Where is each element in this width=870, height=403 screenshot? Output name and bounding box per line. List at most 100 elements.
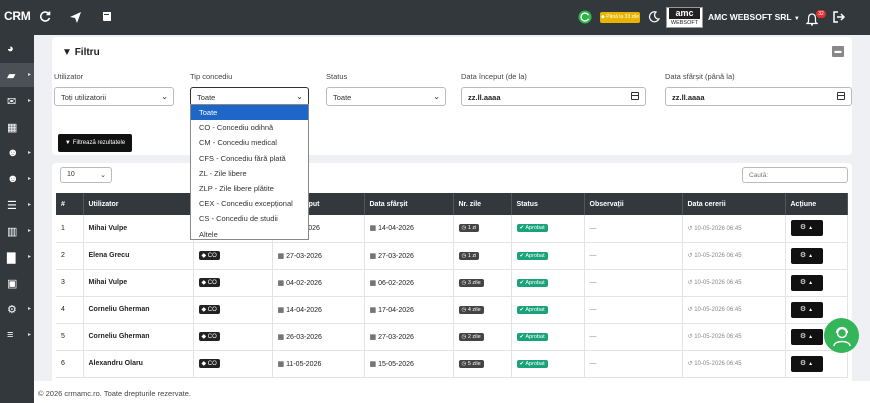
sidebar-chart[interactable]: ▇ ▸	[0, 245, 34, 269]
check-circle-icon[interactable]	[578, 10, 592, 24]
col-header[interactable]: #	[56, 193, 84, 215]
sidebar-briefcase[interactable]: ▰ ▸	[0, 63, 34, 87]
cell-type: ◆ CO	[193, 269, 273, 297]
briefcase-icon: ▰	[7, 69, 16, 82]
subscription-badge[interactable]: ◆ Până la 33 zile	[600, 12, 640, 23]
brand-label[interactable]: CRM	[4, 9, 31, 23]
dropdown-option[interactable]: ZL - Zile libere	[191, 166, 308, 181]
refresh-icon[interactable]	[38, 10, 52, 24]
table-row[interactable]: 1Mihai Vulpe▦ ...-03-2026▦ 14-04-2026◷ 1…	[56, 215, 848, 243]
page-length-select[interactable]: 10 ⌄	[60, 167, 112, 183]
status-label: Status	[326, 72, 348, 81]
calendar-icon[interactable]	[631, 92, 639, 100]
col-header[interactable]: Utilizator	[83, 193, 194, 215]
request-date-text: 10-05-2026 06:45	[694, 280, 742, 286]
cell-end: ▦ 27-03-2026	[364, 323, 454, 351]
start-date-input[interactable]: zz.ll.aaaa	[461, 87, 646, 106]
sidebar: ◕ ▰ ▸ ✉ ▸ ▦ ☻ ▸ ☻ ▸ ☰ ▸ ▥ ▸ ▇ ▸ ▣ ⚙ ▸ ≡ ▸	[0, 35, 34, 403]
cogs-icon: ⚙	[7, 303, 17, 316]
envelope-icon: ✉	[7, 95, 17, 108]
col-header[interactable]: Nr. zile	[453, 193, 512, 215]
search-input[interactable]: Caută:	[742, 167, 848, 183]
table-row[interactable]: 3 Mihai Vulpe ◆ CO ▦ 04-02-2026 ▦ 06-02-2026…	[56, 269, 848, 297]
cell-request-date: ↺ 10-05-2026 06:45	[682, 323, 786, 351]
support-agent-button[interactable]	[824, 318, 859, 353]
col-header[interactable]: Status	[511, 193, 585, 215]
book-icon[interactable]	[100, 10, 114, 24]
col-header[interactable]: Data sfârșit	[364, 193, 454, 215]
table-row[interactable]: 5 Corneliu Gherman ◆ CO ▦ 26-03-2026 ▦ 27-03…	[56, 323, 848, 351]
history-icon: ↺	[687, 280, 693, 286]
start-text: 26-03-2026	[286, 333, 322, 341]
filter-icon: ▼	[64, 140, 71, 146]
collapse-button[interactable]: ▬	[832, 46, 844, 57]
status-select[interactable]: Toate ⌄	[326, 87, 446, 106]
calendar-icon: ▦	[277, 333, 285, 341]
status-text: Aprobat	[525, 360, 545, 367]
action-button[interactable]: ⚙ ▲	[790, 247, 823, 264]
request-date-text: 10-05-2026 06:45	[694, 225, 742, 232]
action-button[interactable]: ⚙ ▲	[790, 301, 823, 318]
sidebar-archive[interactable]: ▣	[0, 271, 34, 295]
cell-number: 5	[56, 323, 84, 351]
apply-filter-button[interactable]: ▼ Filtrează rezultatele	[58, 134, 132, 152]
paper-plane-icon[interactable]	[68, 10, 82, 24]
sidebar-add-user[interactable]: ☻ ▸	[0, 141, 34, 165]
dropdown-option[interactable]: Toate	[191, 105, 308, 121]
days-badge: ◷ 1 zi	[458, 251, 480, 260]
table-row[interactable]: 6 Alexandru Olaru ◆ CO ▦ 11-05-2026 ▦ 15-05-…	[56, 350, 848, 378]
user-filter-select[interactable]: Toți utilizatorii ⌄	[54, 87, 174, 106]
sidebar-settings[interactable]: ⚙ ▸	[0, 297, 34, 321]
dropdown-option[interactable]: CFS - Concediu fără plată	[191, 151, 308, 166]
table-row[interactable]: 4 Corneliu Gherman ◆ CO ▦ 14-04-2026 ▦ 17-04…	[56, 296, 848, 324]
action-button[interactable]: ⚙ ▲	[790, 220, 823, 237]
sidebar-server[interactable]: ≡ ▸	[0, 323, 34, 347]
sidebar-list[interactable]: ☰ ▸	[0, 193, 34, 217]
cell-days: ◷ 3 zile	[453, 269, 512, 297]
sidebar-users[interactable]: ☻ ▸	[0, 167, 34, 191]
company-menu[interactable]: AMC WEBSOFT SRL ▼	[708, 12, 800, 22]
dropdown-option[interactable]: Altele	[191, 227, 308, 242]
sidebar-calendar[interactable]: ▦	[0, 115, 34, 139]
start-text: 27-03-2026	[286, 252, 322, 260]
dropdown-option[interactable]: CM - Concediu medical	[191, 135, 308, 150]
cell-user: Alexandru Olaru	[83, 350, 194, 378]
cell-observations: —	[584, 242, 683, 270]
cell-end: ▦ 17-04-2026	[364, 296, 454, 324]
end-text: 27-03-2026	[378, 333, 414, 341]
sidebar-building[interactable]: ▥ ▸	[0, 219, 34, 243]
action-button[interactable]: ⚙ ▲	[790, 274, 823, 291]
history-icon: ↺	[687, 253, 693, 259]
action-button[interactable]: ⚙ ▲	[790, 328, 823, 345]
col-header[interactable]: Data cererii	[682, 193, 786, 215]
cell-status: ✔ Aprobat	[511, 350, 585, 378]
end-date-input[interactable]: zz.ll.aaaa	[665, 87, 852, 106]
calendar-icon[interactable]	[837, 92, 845, 100]
action-button[interactable]: ⚙ ▲	[790, 355, 823, 372]
table-row[interactable]: 2 Elena Grecu ◆ CO ▦ 27-03-2026 ▦ 27-03-2026…	[56, 242, 848, 270]
sidebar-dashboard[interactable]: ◕	[0, 37, 34, 61]
table-header-row: # Utilizator Data început Data sfârșit N…	[56, 193, 848, 215]
calendar-icon: ▦	[277, 306, 285, 314]
cell-request-date: ↺ 10-05-2026 06:45	[682, 350, 786, 378]
logout-icon[interactable]	[832, 10, 846, 24]
table-body: 1Mihai Vulpe▦ ...-03-2026▦ 14-04-2026◷ 1…	[56, 215, 848, 378]
col-header[interactable]: Observații	[584, 193, 683, 215]
cell-number: 6	[56, 350, 84, 378]
dropdown-option[interactable]: CS - Concediu de studii	[191, 211, 308, 226]
status-badge: ✔ Aprobat	[516, 224, 548, 233]
leave-type-tag: ◆ CO	[198, 359, 220, 368]
page-length-value: 10	[67, 171, 75, 178]
days-badge: ◷ 3 zile	[458, 278, 484, 287]
leave-type-text: CO	[207, 280, 217, 286]
filter-icon: ▼	[62, 47, 72, 58]
moon-icon[interactable]	[647, 10, 661, 24]
col-header[interactable]: Acțiune	[785, 193, 848, 215]
calendar-icon: ▦	[277, 252, 285, 260]
cell-type: ◆ CO	[193, 323, 273, 351]
dropdown-option[interactable]: ZLP - Zile libere plătite	[191, 181, 308, 196]
dropdown-option[interactable]: CEX - Concediu excepțional	[191, 196, 308, 211]
sidebar-mail[interactable]: ✉ ▸	[0, 89, 34, 113]
cell-start: ▦ 04-02-2026	[272, 269, 365, 297]
dropdown-option[interactable]: CO - Concediu odihnă	[191, 120, 308, 135]
